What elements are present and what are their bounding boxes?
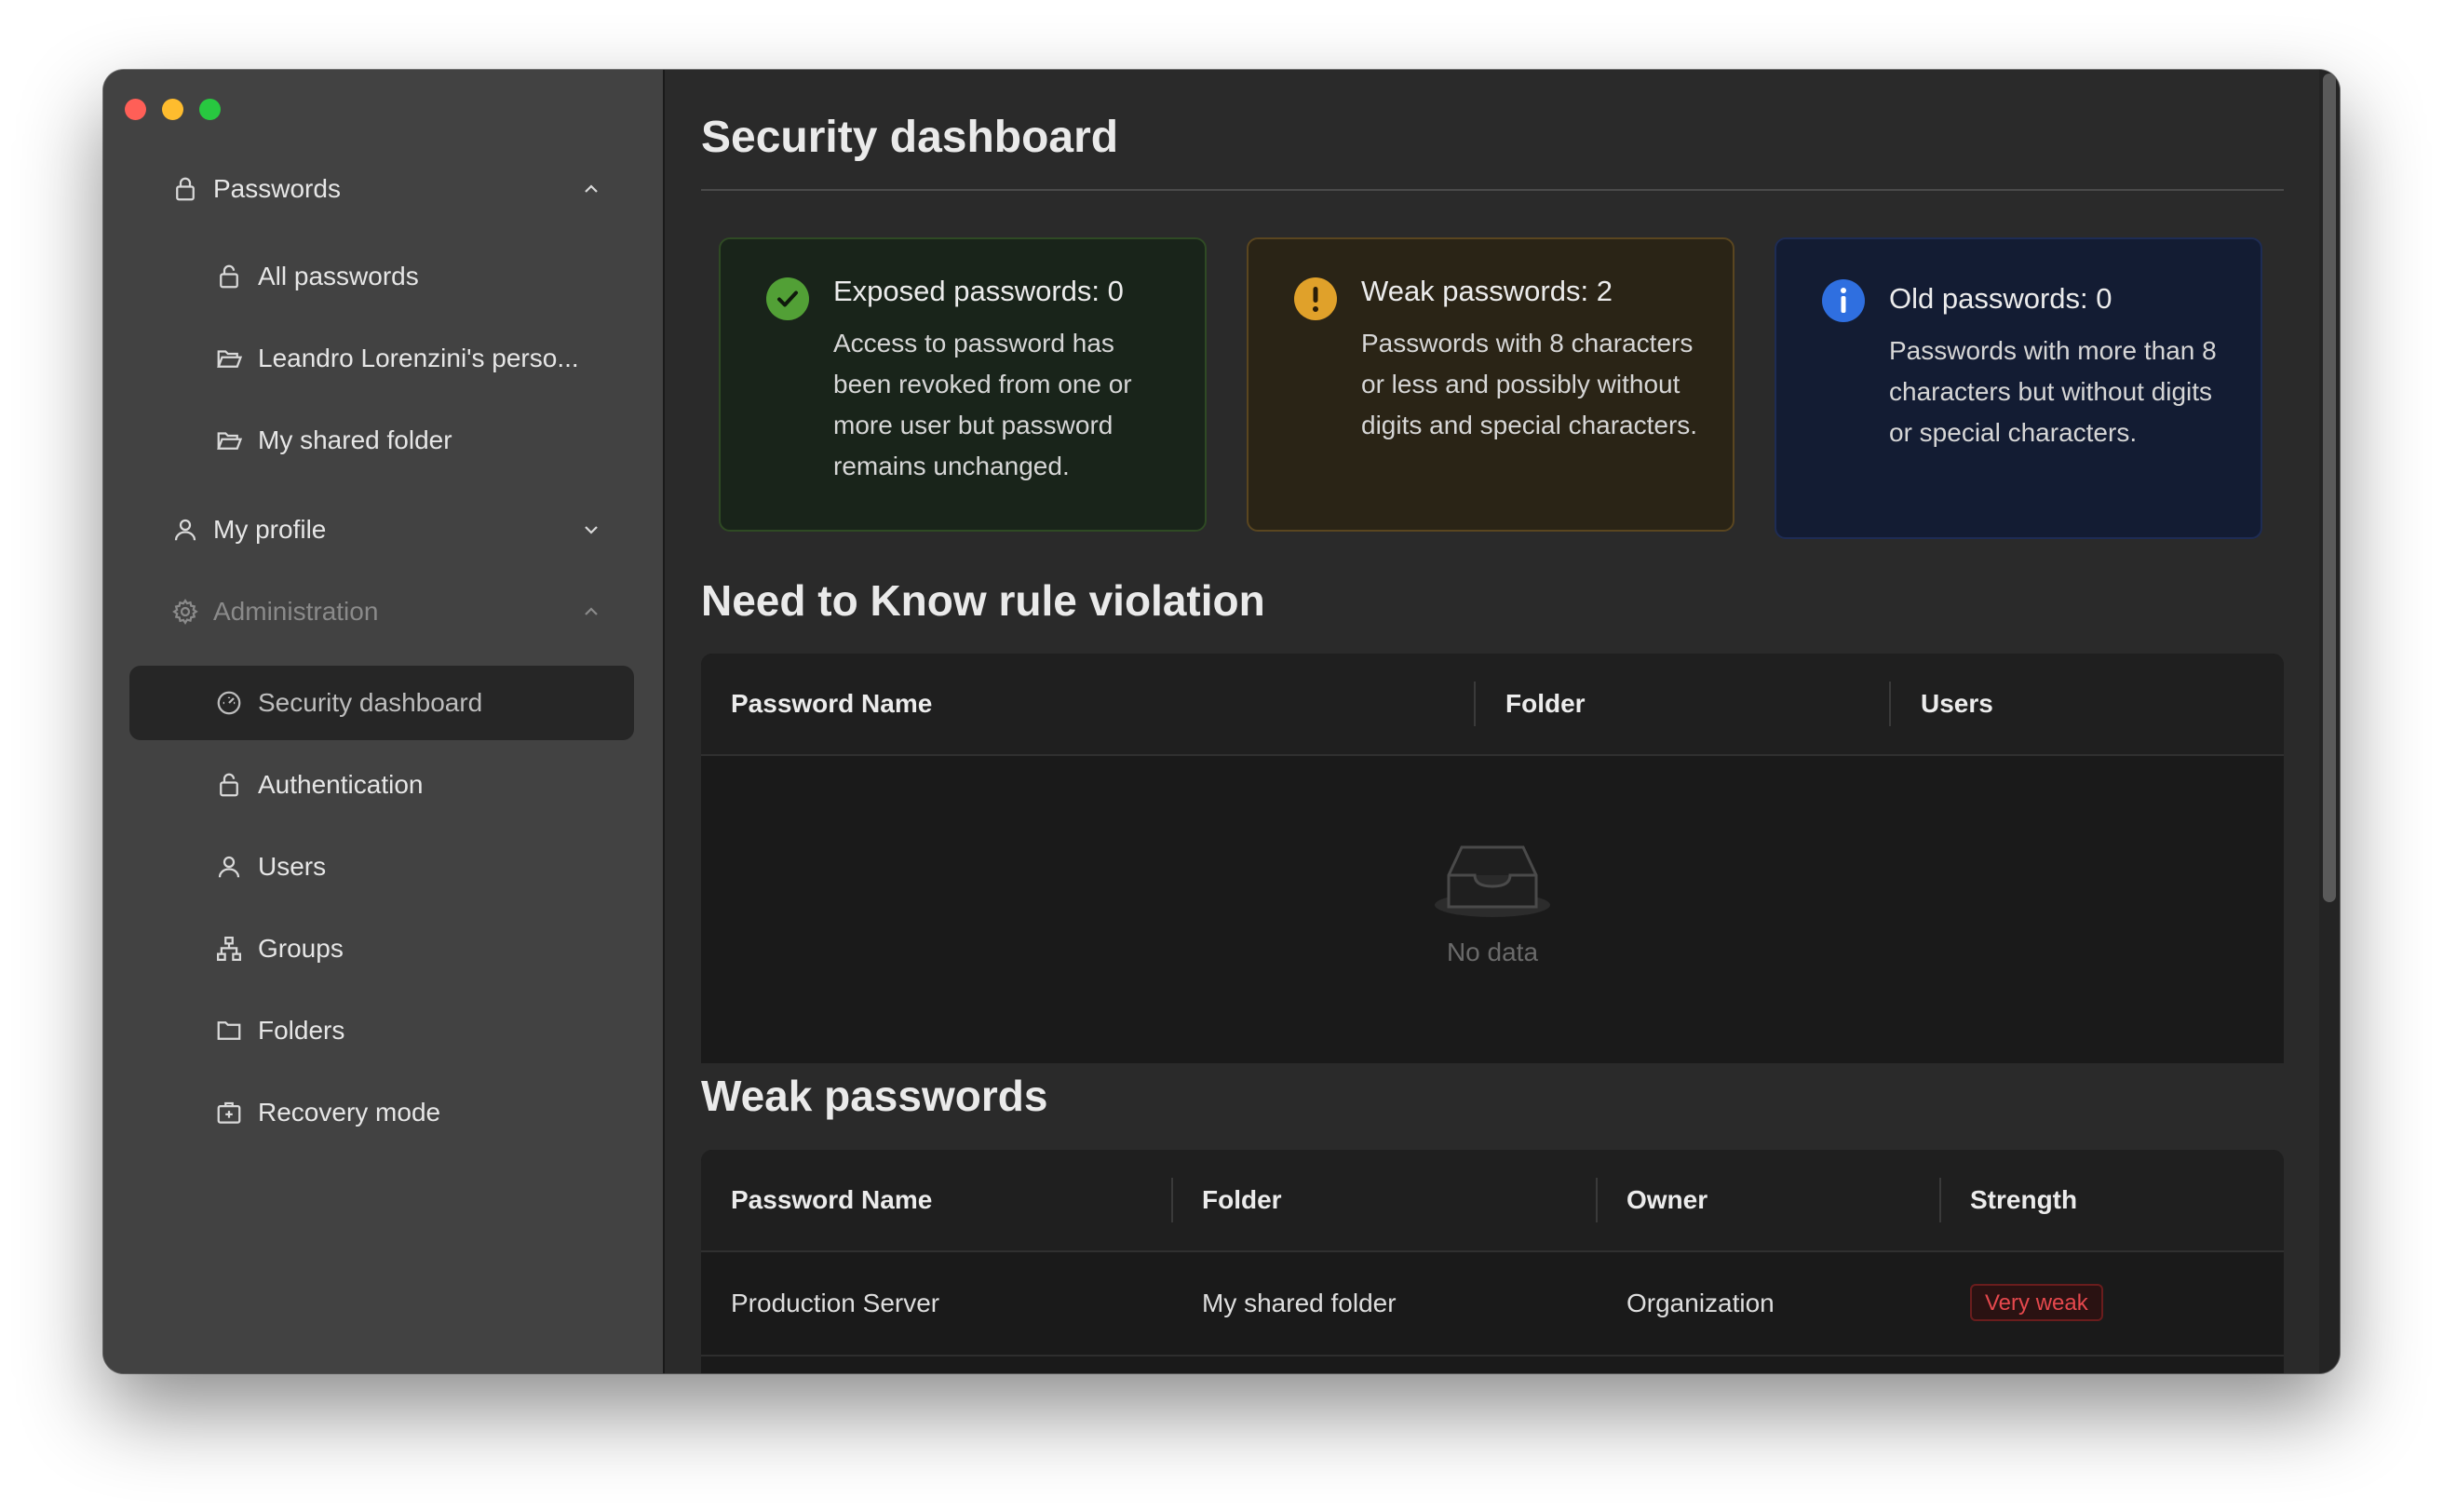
table-header: Password Name Folder Users <box>701 654 2284 756</box>
sidebar-item-administration[interactable]: Administration <box>129 574 634 649</box>
sidebar-item-my-profile[interactable]: My profile <box>129 493 634 567</box>
card-title: Exposed passwords: 0 <box>833 275 1124 307</box>
weak-passwords-table: Password Name Folder Owner Strength Prod… <box>701 1150 2284 1373</box>
column-divider <box>1889 682 1891 726</box>
old-passwords-card: Old passwords: 0 Passwords with more tha… <box>1775 237 2262 539</box>
sidebar-item-label: Recovery mode <box>258 1098 441 1127</box>
folder-open-icon <box>217 432 243 450</box>
sidebar-item-label: Leandro Lorenzini's perso... <box>258 344 579 372</box>
card-title: Weak passwords: 2 <box>1361 275 1613 307</box>
sidebar-item-shared-folder[interactable]: My shared folder <box>129 403 634 478</box>
chevron-down-icon[interactable] <box>580 519 602 541</box>
folder-cell: My shared folder <box>1202 1289 1397 1317</box>
sidebar-item-personal-folder[interactable]: Leandro Lorenzini's perso... <box>129 321 634 396</box>
scrollbar[interactable] <box>2319 70 2340 1373</box>
card-title: Old passwords: 0 <box>1889 282 2112 315</box>
page-title: Security dashboard <box>701 113 1119 162</box>
weak-section-title: Weak passwords <box>701 1072 1048 1120</box>
user-icon <box>174 519 196 541</box>
ntk-section-title: Need to Know rule violation <box>701 576 1265 625</box>
column-header[interactable]: Password Name <box>731 654 932 754</box>
sidebar-item-label: Passwords <box>213 174 341 203</box>
sidebar-item-passwords[interactable]: Passwords <box>129 152 634 226</box>
sidebar-item-folders[interactable]: Folders <box>129 993 634 1068</box>
column-header[interactable]: Users <box>1921 654 1993 754</box>
sidebar-item-security-dashboard[interactable]: Security dashboard <box>129 666 634 740</box>
warning-circle-icon <box>1294 277 1337 320</box>
app-window: Passwords All passwords Leandro Lorenzin… <box>103 70 2340 1373</box>
sidebar-item-label: All passwords <box>258 262 419 290</box>
zoom-window-button[interactable] <box>199 99 221 120</box>
exposed-passwords-card: Exposed passwords: 0 Access to password … <box>719 237 1207 532</box>
chevron-up-icon[interactable] <box>580 601 602 623</box>
unlock-icon <box>220 264 238 289</box>
sidebar-item-users[interactable]: Users <box>129 830 634 904</box>
empty-state: No data <box>701 756 2284 1063</box>
sidebar-item-label: My profile <box>213 515 327 544</box>
sidebar-item-all-passwords[interactable]: All passwords <box>129 239 634 314</box>
owner-cell: Organization <box>1626 1289 1775 1317</box>
column-header[interactable]: Folder <box>1202 1150 1282 1250</box>
sidebar-item-groups[interactable]: Groups <box>129 911 634 986</box>
weak-passwords-card: Weak passwords: 2 Passwords with 8 chara… <box>1247 237 1734 532</box>
sidebar-item-recovery-mode[interactable]: Recovery mode <box>129 1075 634 1150</box>
ntk-table: Password Name Folder Users No data <box>701 654 2284 1063</box>
empty-inbox-icon <box>1435 845 1550 917</box>
first-aid-icon <box>217 1101 241 1124</box>
org-chart-icon <box>217 937 241 961</box>
sidebar-item-label: My shared folder <box>258 425 452 454</box>
column-divider <box>1596 1178 1598 1222</box>
chevron-up-icon[interactable] <box>580 178 602 200</box>
minimize-window-button[interactable] <box>162 99 183 120</box>
info-circle-icon <box>1822 279 1865 322</box>
column-header[interactable]: Owner <box>1626 1150 1707 1250</box>
user-icon <box>218 856 240 878</box>
sidebar-item-label: Folders <box>258 1016 345 1045</box>
folder-icon <box>217 1021 241 1040</box>
card-description: Access to password has been revoked from… <box>833 329 1132 480</box>
sidebar-item-authentication[interactable]: Authentication <box>129 748 634 822</box>
unlock-icon <box>220 773 238 797</box>
column-divider <box>1171 1178 1173 1222</box>
sidebar-item-label: Authentication <box>258 770 424 799</box>
column-divider <box>1474 682 1476 726</box>
table-header: Password Name Folder Owner Strength <box>701 1150 2284 1252</box>
column-divider <box>1939 1178 1941 1222</box>
sidebar-item-label: Administration <box>213 597 379 626</box>
scrollbar-thumb[interactable] <box>2323 74 2336 902</box>
main-content: Security dashboard Exposed passwords: 0 … <box>665 70 2340 1373</box>
column-header[interactable]: Password Name <box>731 1150 932 1250</box>
sidebar-item-label: Groups <box>258 934 344 963</box>
check-circle-icon <box>766 277 809 320</box>
lock-icon <box>176 177 195 201</box>
sidebar: Passwords All passwords Leandro Lorenzin… <box>103 70 665 1373</box>
dashboard-gauge-icon <box>217 691 241 715</box>
sidebar-item-label: Users <box>258 852 327 881</box>
password-name-cell[interactable]: Production Server <box>731 1252 939 1355</box>
sidebar-item-label: Security dashboard <box>258 688 483 717</box>
folder-open-icon <box>217 350 243 368</box>
column-header[interactable]: Folder <box>1505 654 1586 754</box>
table-row[interactable]: Production Server My shared folder Organ… <box>701 1252 2284 1357</box>
column-header[interactable]: Strength <box>1970 1150 2077 1250</box>
title-divider <box>701 189 2284 191</box>
card-description: Passwords with 8 characters or less and … <box>1361 329 1698 439</box>
empty-state-text: No data <box>1446 938 1539 966</box>
window-controls <box>125 99 221 120</box>
strength-badge: Very weak <box>1970 1284 2103 1321</box>
gear-icon <box>172 599 198 625</box>
close-window-button[interactable] <box>125 99 146 120</box>
card-description: Passwords with more than 8 characters bu… <box>1889 336 2217 447</box>
